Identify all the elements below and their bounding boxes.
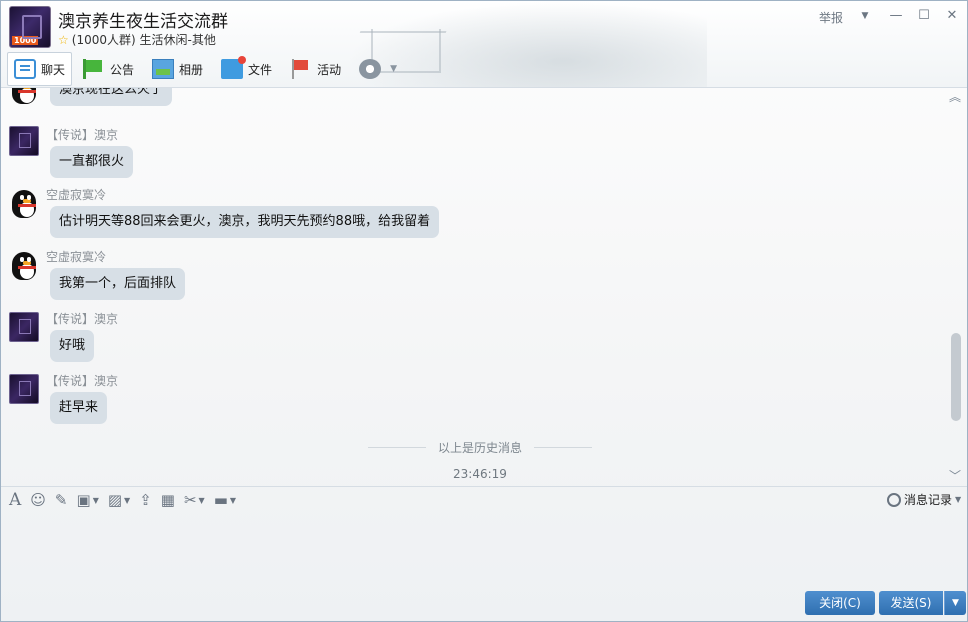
message-history-button[interactable]: 消息记录 ▼: [887, 491, 961, 508]
chat-icon: [14, 59, 36, 79]
group-category[interactable]: 生活休闲-其他: [140, 33, 216, 47]
file-icon: [221, 56, 247, 79]
sender-name[interactable]: 空虚寂寞冷: [46, 186, 106, 203]
gif-icon[interactable]: ▣ ▼: [77, 491, 99, 509]
magic-wand-icon[interactable]: ✎: [55, 491, 68, 509]
sender-name[interactable]: 【传说】澳京: [46, 310, 118, 327]
tab-activity[interactable]: 活动: [283, 52, 348, 86]
gift-icon[interactable]: ▦: [161, 491, 175, 509]
tab-label: 聊天: [41, 62, 66, 77]
chevron-down-icon: ▼: [229, 495, 237, 505]
close-button[interactable]: 关闭(C): [805, 591, 875, 615]
sender-name[interactable]: 空虚寂寞冷: [46, 248, 106, 265]
settings-button[interactable]: ▼: [352, 52, 404, 86]
clock-icon: [887, 492, 901, 507]
report-link[interactable]: 举报: [819, 9, 843, 26]
group-title[interactable]: 澳京养生夜生活交流群: [58, 7, 228, 32]
send-options-button[interactable]: ▼: [944, 591, 966, 615]
group-avatar[interactable]: 1000: [9, 6, 51, 48]
history-separator-text: 以上是历史消息: [437, 441, 522, 455]
maximize-button[interactable]: ☐: [916, 8, 932, 24]
avatar-badge: 1000: [12, 36, 39, 45]
tab-label: 文件: [248, 62, 273, 77]
chat-window: 1000 澳京养生夜生活交流群 ☆ (1000人群) 生活休闲-其他 举报 ▼ —…: [0, 0, 968, 622]
screen-share-icon[interactable]: ▬ ▼: [214, 491, 236, 509]
close-window-button[interactable]: ✕: [944, 8, 960, 24]
tab-notice[interactable]: 公告: [76, 52, 141, 86]
tab-bar: 聊天 公告 相册 文件 活动 ▼: [7, 51, 408, 87]
font-icon[interactable]: A: [9, 490, 21, 510]
tab-chat[interactable]: 聊天: [7, 52, 73, 86]
message-bubble[interactable]: 澳京现在这么火了: [50, 88, 173, 106]
tab-label: 活动: [317, 62, 342, 77]
upload-icon[interactable]: ⇪: [139, 491, 152, 509]
group-subtitle: ☆ (1000人群) 生活休闲-其他: [58, 31, 216, 48]
tab-album[interactable]: 相册: [145, 52, 210, 86]
sender-name[interactable]: 【传说】澳京: [46, 372, 118, 389]
send-button[interactable]: 发送(S): [879, 591, 943, 615]
scrollbar-thumb[interactable]: [951, 333, 961, 421]
message-bubble[interactable]: 一直都很火: [50, 146, 134, 178]
avatar[interactable]: [9, 126, 39, 156]
message-input[interactable]: [1, 513, 967, 589]
tab-label: 相册: [179, 62, 204, 77]
chevron-down-icon: ▼: [390, 64, 397, 74]
emoji-icon[interactable]: ☺: [30, 491, 46, 509]
dropdown-icon[interactable]: ▼: [857, 8, 873, 24]
message-bubble[interactable]: 好哦: [50, 330, 95, 362]
tab-label: 公告: [110, 62, 135, 77]
tab-file[interactable]: 文件: [214, 52, 279, 86]
avatar[interactable]: [9, 88, 39, 104]
message-list[interactable]: ︽ 澳京现在这么火了 【传说】澳京 一直都很火 空虚寂寞冷 估计明天等88回来会…: [1, 88, 967, 486]
history-separator: 以上是历史消息: [368, 439, 592, 456]
chevron-down-icon: ▼: [198, 495, 205, 505]
message-bubble[interactable]: 赶早来: [50, 392, 108, 424]
scissors-icon[interactable]: ✂ ▼: [184, 491, 205, 509]
activity-icon: [290, 59, 312, 79]
header: 1000 澳京养生夜生活交流群 ☆ (1000人群) 生活休闲-其他 举报 ▼ —…: [1, 1, 967, 87]
collapse-down-icon[interactable]: ﹀: [949, 467, 961, 484]
avatar[interactable]: [9, 188, 39, 218]
timestamp: 23:46:19: [453, 467, 507, 481]
avatar[interactable]: [9, 250, 39, 280]
input-toolbar: A ☺ ✎ ▣ ▼ ▨ ▼ ⇪ ▦ ✂ ▼ ▬ ▼: [9, 488, 245, 512]
notice-icon: [83, 59, 106, 79]
gear-icon: [359, 59, 382, 79]
minimize-button[interactable]: —: [888, 8, 904, 24]
history-label: 消息记录: [904, 493, 953, 507]
sender-name[interactable]: 【传说】澳京: [46, 126, 118, 143]
album-icon: [152, 59, 175, 79]
member-info: (1000人群): [71, 33, 136, 47]
chevron-down-icon: ▼: [124, 495, 131, 505]
avatar[interactable]: [9, 374, 39, 404]
avatar[interactable]: [9, 312, 39, 342]
image-icon[interactable]: ▨ ▼: [108, 491, 130, 509]
chevron-down-icon: ▼: [92, 495, 99, 505]
message-bubble[interactable]: 估计明天等88回来会更火，澳京，我明天先预约88哦，给我留着: [50, 206, 440, 238]
collapse-up-icon[interactable]: ︽: [949, 88, 961, 105]
chevron-down-icon: ▼: [955, 495, 962, 504]
star-icon: ☆: [58, 33, 69, 47]
divider: [1, 486, 967, 487]
message-bubble[interactable]: 我第一个，后面排队: [50, 268, 186, 300]
